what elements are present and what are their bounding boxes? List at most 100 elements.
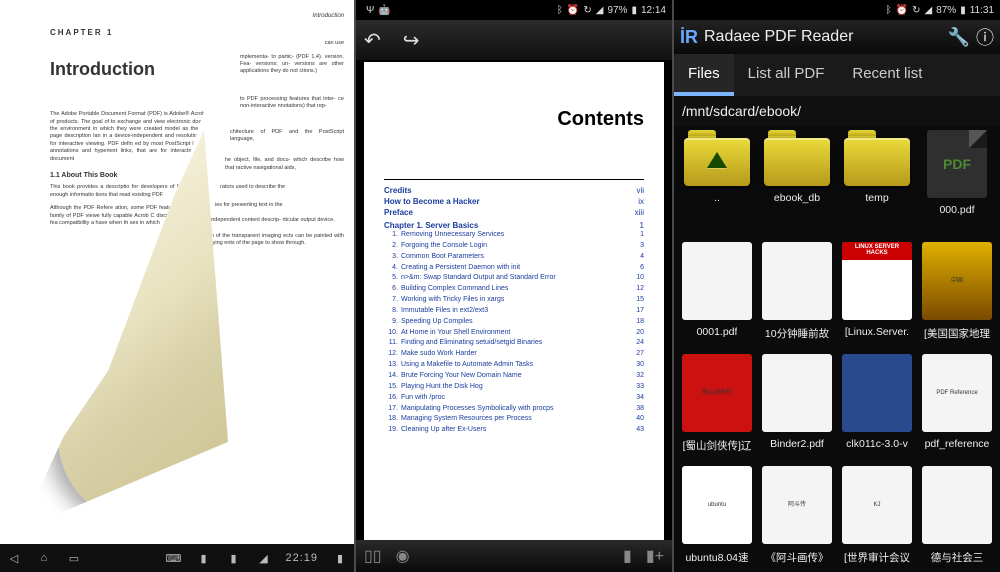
toc-row[interactable]: 17.Manipulating Processes Symbolically w… bbox=[384, 404, 644, 415]
signal-icon: ◢ bbox=[924, 5, 932, 16]
toc-row[interactable]: 2.Forgoing the Console Login3 bbox=[384, 241, 644, 252]
bookmark-add-icon[interactable]: ▮+ bbox=[646, 546, 664, 566]
chapter-title: Introduction bbox=[50, 57, 230, 81]
keyboard-icon[interactable]: ⌨ bbox=[165, 550, 181, 566]
status-time: 12:14 bbox=[641, 5, 666, 16]
document-page[interactable]: Contents Creditsvii How to Become a Hacke… bbox=[364, 62, 664, 540]
home-icon[interactable]: ⌂ bbox=[36, 550, 52, 566]
battery-icon: ▮ bbox=[332, 550, 348, 566]
bluetooth-icon: ᛒ bbox=[886, 5, 892, 16]
file-thumbnail: 阿斗传 bbox=[762, 466, 832, 544]
toc-heading[interactable]: Prefacexiii bbox=[384, 208, 644, 217]
under-text: he object, file, and docu- which describ… bbox=[225, 157, 344, 172]
toc-row[interactable]: 4.Creating a Persistent Daemon with init… bbox=[384, 263, 644, 274]
chapter-label: CHAPTER 1 bbox=[50, 28, 230, 39]
file-thumbnail: ubuntu bbox=[682, 466, 752, 544]
file-item[interactable]: .. bbox=[678, 130, 756, 240]
under-text: rators used to describe the bbox=[220, 184, 344, 191]
toc-row[interactable]: 7.Working with Tricky Files in xargs15 bbox=[384, 295, 644, 306]
file-thumbnail: LINUX SERVER HACKS bbox=[842, 242, 912, 320]
tab-files[interactable]: Files bbox=[674, 54, 734, 96]
file-item[interactable]: ubuntu ubuntu8.04速 bbox=[678, 466, 756, 572]
battery-icon: ▮ bbox=[631, 5, 637, 16]
file-item[interactable]: 德与社会三 bbox=[918, 466, 996, 572]
file-item[interactable]: 阿斗传《阿斗画传》 bbox=[758, 466, 836, 572]
toc-row[interactable]: 14.Brute Forcing Your New Domain Name32 bbox=[384, 371, 644, 382]
file-thumbnail: 中国 bbox=[922, 242, 992, 320]
toc-row[interactable]: 16.Fun with /proc34 bbox=[384, 393, 644, 404]
toc-row[interactable]: 6.Building Complex Command Lines12 bbox=[384, 284, 644, 295]
file-label: ubuntu8.04速 bbox=[685, 550, 748, 565]
bookmark-icon[interactable]: ▮ bbox=[623, 546, 632, 566]
file-thumbnail: 蜀山剑侠传 bbox=[682, 354, 752, 432]
file-item[interactable]: 蜀山剑侠传[蜀山剑侠传]辽 bbox=[678, 354, 756, 464]
under-text: tion of the transparent imaging ects can… bbox=[205, 233, 344, 248]
file-label: 德与社会三 bbox=[931, 550, 984, 565]
sync-icon: ↻ bbox=[583, 5, 591, 16]
page-curl-reader: Introduction can use mplementa- to parti… bbox=[0, 0, 354, 572]
disc-icon[interactable]: ◉ bbox=[396, 546, 410, 566]
file-label: 10分钟睡前故 bbox=[765, 326, 829, 341]
file-item[interactable]: temp bbox=[838, 130, 916, 240]
contents-title: Contents bbox=[384, 108, 644, 131]
sync-icon: ↻ bbox=[912, 5, 920, 16]
usb-icon: Ψ bbox=[366, 5, 374, 16]
file-label: ebook_db bbox=[774, 192, 820, 204]
tab-recent[interactable]: Recent list bbox=[838, 54, 936, 96]
file-item[interactable]: PDF Reference pdf_reference bbox=[918, 354, 996, 464]
tab-list-all[interactable]: List all PDF bbox=[734, 54, 839, 96]
toc-chapter-label[interactable]: Chapter 1. Server Basics bbox=[384, 221, 478, 230]
recent-icon[interactable]: ▭ bbox=[66, 550, 82, 566]
file-item[interactable]: KJ[世界审计会议 bbox=[838, 466, 916, 572]
bluetooth-icon: ᛒ bbox=[557, 5, 563, 16]
toc-row[interactable]: 9.Speeding Up Compiles18 bbox=[384, 317, 644, 328]
file-thumbnail bbox=[762, 242, 832, 320]
toc-row[interactable]: 10.At Home in Your Shell Environment20 bbox=[384, 328, 644, 339]
file-thumbnail bbox=[922, 466, 992, 544]
system-navbar: ◁ ⌂ ▭ ⌨ ▮ ▮ ◢ 22:19 ▮ bbox=[0, 544, 354, 572]
under-text: to PDF processing features that inter- c… bbox=[240, 96, 344, 111]
toc-row[interactable]: 3.Common Boot Parameters4 bbox=[384, 252, 644, 263]
android-icon: 🤖 bbox=[378, 5, 390, 16]
toc-row[interactable]: 1.Removing Unnecessary Services1 bbox=[384, 230, 644, 241]
back-up-icon[interactable]: ↶ bbox=[364, 28, 381, 53]
file-label: pdf_reference bbox=[925, 438, 990, 450]
toc-row[interactable]: 19.Cleaning Up after Ex-Users43 bbox=[384, 425, 644, 436]
file-item[interactable]: clk011c-3.0-v bbox=[838, 354, 916, 464]
forward-icon[interactable]: ↪ bbox=[403, 28, 420, 53]
back-icon[interactable]: ◁ bbox=[6, 550, 22, 566]
current-path[interactable]: /mnt/sdcard/ebook/ bbox=[674, 96, 1000, 126]
toc-heading[interactable]: Creditsvii bbox=[384, 186, 644, 195]
file-thumbnail: PDF Reference bbox=[922, 354, 992, 432]
file-item[interactable]: 中国 [美国国家地理 bbox=[918, 242, 996, 352]
pdf-file-browser: ᛒ ⏰ ↻ ◢ 87% ▮ 11:31 İR Radaee PDF Reader… bbox=[674, 0, 1000, 572]
toc-row[interactable]: 13.Using a Makefile to Automate Admin Ta… bbox=[384, 360, 644, 371]
toc-row[interactable]: 12.Make sudo Work Harder27 bbox=[384, 349, 644, 360]
thumbnails-icon[interactable]: ▯▯ bbox=[364, 546, 382, 566]
pdf-icon: PDF bbox=[927, 130, 987, 198]
file-item[interactable]: 10分钟睡前故 bbox=[758, 242, 836, 352]
alarm-icon: ⏰ bbox=[896, 5, 908, 16]
file-item[interactable]: ebook_db bbox=[758, 130, 836, 240]
toc-row[interactable]: 5.n>&m: Swap Standard Output and Standar… bbox=[384, 273, 644, 284]
file-item[interactable]: 0001.pdf bbox=[678, 242, 756, 352]
toc-heading[interactable]: How to Become a Hackerix bbox=[384, 197, 644, 206]
toc-row[interactable]: 18.Managing System Resources per Process… bbox=[384, 414, 644, 425]
battery-pct: 87% bbox=[936, 5, 956, 16]
file-item[interactable]: PDF 000.pdf bbox=[918, 130, 996, 240]
file-label: 《阿斗画传》 bbox=[766, 550, 829, 565]
file-item[interactable]: Binder2.pdf bbox=[758, 354, 836, 464]
toc-row[interactable]: 11.Finding and Eliminating setuid/setgid… bbox=[384, 338, 644, 349]
file-thumbnail bbox=[762, 354, 832, 432]
battery-pct: 97% bbox=[607, 5, 627, 16]
file-label: 000.pdf bbox=[939, 204, 974, 216]
status-time: 22:19 bbox=[285, 552, 318, 564]
info-icon[interactable]: ⓘ bbox=[976, 24, 994, 50]
settings-icon[interactable]: 🔧 bbox=[948, 27, 970, 48]
file-item[interactable]: LINUX SERVER HACKS[Linux.Server. bbox=[838, 242, 916, 352]
under-text: ies for presenting text in the bbox=[215, 202, 344, 209]
wifi-icon: ◢ bbox=[255, 550, 271, 566]
file-label: [美国国家地理 bbox=[924, 326, 990, 341]
toc-row[interactable]: 15.Playing Hunt the Disk Hog33 bbox=[384, 382, 644, 393]
toc-row[interactable]: 8.Immutable Files in ext2/ext317 bbox=[384, 306, 644, 317]
